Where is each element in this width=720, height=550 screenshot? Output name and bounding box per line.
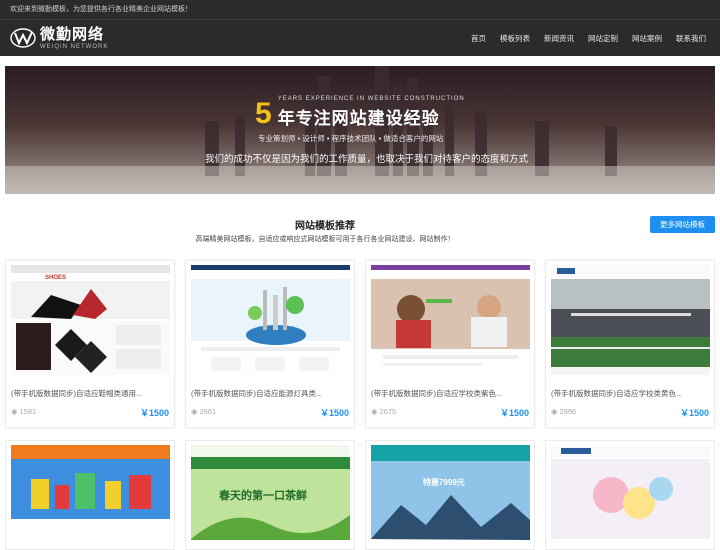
view-count: ◉ 2661 bbox=[191, 407, 216, 416]
template-title[interactable]: (带手机版数据同步)自适应鞋帽类通用... bbox=[11, 388, 142, 399]
template-card[interactable]: 特惠7999元 bbox=[365, 440, 535, 550]
template-card[interactable] bbox=[545, 440, 715, 550]
welcome-text: 欢迎来到微勤模板，为您提供各行各业精美企业网站模板！ bbox=[0, 0, 720, 20]
section-desc: 高端精美网站模板，自适应或响应式网站模板可用于各行各业网站建设、网站制作！ bbox=[195, 236, 455, 243]
view-count-value: 1581 bbox=[19, 407, 37, 416]
template-price: ￥1500 bbox=[499, 408, 529, 418]
nav-cases[interactable]: 网站案例 bbox=[632, 33, 662, 44]
template-thumbnail[interactable] bbox=[371, 265, 530, 375]
nav-templates[interactable]: 模板列表 bbox=[500, 33, 530, 44]
hero-banner[interactable]: 5 YEARS EXPERIENCE IN WEBSITE CONSTRUCTI… bbox=[5, 66, 715, 194]
nav-custom[interactable]: 网站定制 bbox=[588, 33, 618, 44]
logo-cn-text: 微勤网络 bbox=[40, 25, 105, 43]
banner-years-number: 5 bbox=[255, 97, 272, 130]
nav-news[interactable]: 新闻资讯 bbox=[544, 33, 574, 44]
section-title: 网站模板推荐 bbox=[295, 221, 355, 232]
banner-subtitle: 专业策划师 • 设计师 • 程序技术团队 • 做适合客户的网站 bbox=[258, 134, 444, 143]
banner-en-text: YEARS EXPERIENCE IN WEBSITE CONSTRUCTION bbox=[277, 96, 465, 102]
view-count-value: 2675 bbox=[379, 407, 397, 416]
template-thumbnail[interactable]: 春天的第一口茶鲜 bbox=[191, 445, 350, 540]
template-card[interactable]: 春天的第一口茶鲜 bbox=[185, 440, 355, 550]
template-card[interactable] bbox=[5, 440, 175, 550]
view-count-value: 2661 bbox=[199, 407, 217, 416]
nav-row: 微勤网络 WEIQIN NETWORK 首页 模板列表 新闻资讯 网站定制 网站… bbox=[0, 20, 720, 56]
template-title[interactable]: (带手机版数据同步)自适应能源灯具类... bbox=[191, 388, 322, 399]
eye-icon: ◉ bbox=[191, 407, 198, 416]
template-thumbnail[interactable] bbox=[11, 445, 170, 540]
template-title[interactable]: (带手机版数据同步)自适应学校类黄色... bbox=[551, 388, 682, 399]
template-price: ￥1500 bbox=[139, 408, 169, 418]
view-count: ◉ 2896 bbox=[551, 407, 576, 416]
thumb-logo-text: SHOES bbox=[45, 275, 66, 281]
template-thumbnail[interactable]: SHOES bbox=[11, 265, 170, 375]
logo-icon bbox=[10, 28, 36, 48]
eye-icon: ◉ bbox=[11, 407, 18, 416]
template-title[interactable]: (带手机版数据同步)自适应学校类紫色... bbox=[371, 388, 502, 399]
template-thumbnail[interactable] bbox=[551, 265, 710, 375]
template-thumbnail[interactable]: 特惠7999元 bbox=[371, 445, 530, 540]
view-count-value: 2896 bbox=[559, 407, 577, 416]
site-header: 欢迎来到微勤模板，为您提供各行各业精美企业网站模板！ 微勤网络 WEIQIN N… bbox=[0, 0, 720, 56]
banner-title: 年专注网站建设经验 bbox=[277, 109, 440, 128]
view-count: ◉ 1581 bbox=[11, 407, 36, 416]
thumb-price-text: 特惠7999元 bbox=[423, 477, 465, 487]
city-skyline-image bbox=[5, 66, 715, 194]
template-thumbnail[interactable] bbox=[191, 265, 350, 375]
template-card[interactable]: SHOES (带手机版数据同步)自适应鞋帽类通用... ◉ 1581 ￥1500 bbox=[5, 260, 175, 428]
logo[interactable]: 微勤网络 WEIQIN NETWORK bbox=[10, 27, 108, 50]
banner-slogan: 我们的成功不仅是因为我们的工作质量，也取决于我们对待客户的态度和方式 bbox=[205, 154, 529, 165]
main-nav: 首页 模板列表 新闻资讯 网站定制 网站案例 联系我们 bbox=[471, 33, 706, 44]
view-count: ◉ 2675 bbox=[371, 407, 396, 416]
template-card[interactable]: (带手机版数据同步)自适应学校类黄色... ◉ 2896 ￥1500 bbox=[545, 260, 715, 428]
nav-contact[interactable]: 联系我们 bbox=[676, 33, 706, 44]
more-templates-button[interactable]: 更多网站模板 bbox=[650, 216, 715, 233]
nav-home[interactable]: 首页 bbox=[471, 33, 486, 44]
template-card[interactable]: (带手机版数据同步)自适应能源灯具类... ◉ 2661 ￥1500 bbox=[185, 260, 355, 428]
banner-headline: 5 YEARS EXPERIENCE IN WEBSITE CONSTRUCTI… bbox=[255, 96, 465, 129]
thumb-slogan-text: 春天的第一口茶鲜 bbox=[219, 488, 307, 502]
template-thumbnail[interactable] bbox=[551, 445, 710, 540]
logo-en-text: WEIQIN NETWORK bbox=[40, 43, 109, 50]
template-price: ￥1500 bbox=[679, 408, 709, 418]
template-card[interactable]: (带手机版数据同步)自适应学校类紫色... ◉ 2675 ￥1500 bbox=[365, 260, 535, 428]
eye-icon: ◉ bbox=[371, 407, 378, 416]
eye-icon: ◉ bbox=[551, 407, 558, 416]
template-price: ￥1500 bbox=[319, 408, 349, 418]
